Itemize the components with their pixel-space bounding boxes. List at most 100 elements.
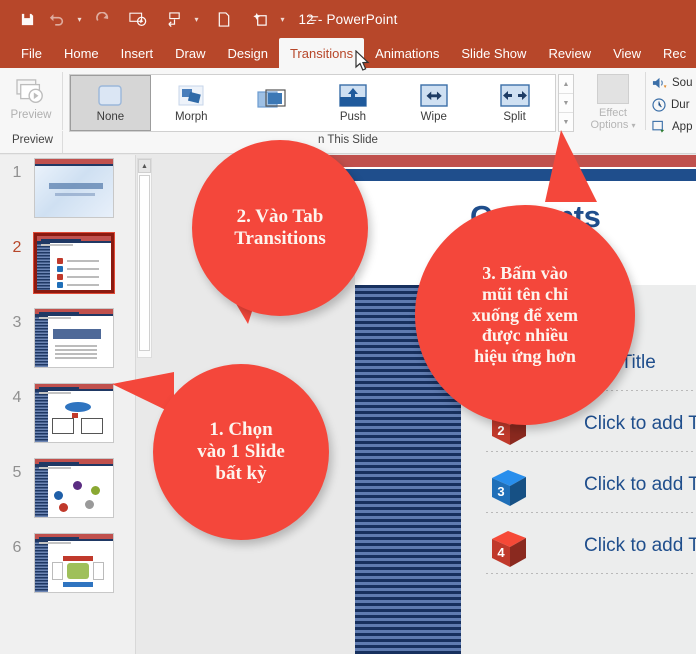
transition-none[interactable]: None (70, 75, 151, 131)
slide-thumbnail-1[interactable]: 1 (0, 158, 136, 230)
effect-options-dropdown-icon: ▾ (631, 121, 635, 130)
ribbon-tab-rec[interactable]: Rec (652, 38, 696, 68)
ribbon-tab-home[interactable]: Home (53, 38, 110, 68)
redo-icon[interactable] (89, 6, 115, 32)
preview-button-label: Preview (11, 109, 52, 121)
quick-access-toolbar: ▾ ▾ ▾ (14, 5, 326, 33)
slide-thumbnail-3[interactable]: 3 (0, 308, 136, 380)
slide-thumbnail-image[interactable] (34, 383, 114, 443)
callout-line: mũi tên chỉ (472, 284, 578, 305)
slide-item-underline (486, 451, 696, 452)
svg-text:2: 2 (497, 423, 504, 438)
transition-morph[interactable]: Morph (151, 75, 232, 131)
slide-item-text[interactable]: Click to add Title (584, 474, 696, 496)
preview-button[interactable]: Preview (0, 68, 62, 131)
save-icon[interactable] (14, 6, 40, 32)
svg-text:3: 3 (497, 484, 504, 499)
group-label-divider (62, 131, 63, 153)
gallery-scroll-up-button[interactable]: ▲ (559, 75, 573, 94)
undo-icon[interactable] (44, 6, 70, 32)
slide-thumbnail-image[interactable] (34, 233, 114, 293)
ribbon-tabstrip: File Home Insert DrawDesignTransitionsAnima… (0, 38, 696, 68)
new-file-icon[interactable] (211, 6, 237, 32)
transition-push[interactable]: Push (313, 75, 394, 131)
ribbon-tab-review[interactable]: Review (537, 38, 602, 68)
callout-line: 2. Vào Tab (234, 206, 326, 228)
morph-transition-icon (175, 83, 207, 109)
transition-none-label: None (97, 111, 125, 123)
sound-control[interactable]: Sou (652, 72, 696, 94)
powerpoint-window: 12 - PowerPoint ▾ ▾ (0, 0, 696, 654)
ribbon-tab-design[interactable]: Design (217, 38, 279, 68)
slide-number: 5 (0, 458, 34, 482)
callout-line: 1. Chọn (197, 419, 285, 441)
duration-control[interactable]: Dur (652, 94, 696, 116)
scrollbar-thumb[interactable] (139, 175, 150, 351)
ribbon-tab-label: Insert (121, 46, 154, 61)
gallery-scroll-down-button[interactable]: ▼ (559, 94, 573, 113)
ribbon-tab-view[interactable]: View (602, 38, 652, 68)
slide-item-underline (486, 573, 696, 574)
callout-3-bubble: 3. Bấm vàomũi tên chỉxuống để xemđược nh… (415, 205, 635, 425)
slide-thumbnail-image[interactable] (34, 158, 114, 218)
callout-line: vào 1 Slide (197, 441, 285, 463)
effect-options-label-2: Options ▾ (591, 119, 636, 131)
fade-transition-icon (256, 89, 288, 115)
callout-3-text: 3. Bấm vàomũi tên chỉxuống để xemđược nh… (472, 263, 578, 367)
mouse-pointer-icon (355, 50, 373, 74)
gallery-scroll-buttons[interactable]: ▲ ▼ ▼ (558, 74, 574, 132)
touch-mode-dropdown-icon[interactable]: ▾ (191, 6, 202, 32)
ribbon-tab-slide-show[interactable]: Slide Show (450, 38, 537, 68)
slide-panel-scrollbar[interactable]: ▲ (137, 158, 152, 358)
slide-thumbnail-image[interactable] (34, 458, 114, 518)
slide-thumbnail-image[interactable] (34, 533, 114, 593)
ribbon-tab-animations[interactable]: Animations (364, 38, 450, 68)
callout-line: được nhiều (472, 325, 578, 346)
split-transition-icon (499, 83, 531, 109)
transition-morph-label: Morph (175, 111, 208, 123)
slide-item-underline (486, 512, 696, 513)
new-slide-icon[interactable] (247, 6, 273, 32)
sound-label: Sou (672, 77, 692, 89)
transition-third[interactable] (232, 75, 313, 131)
ribbon-tab-file[interactable]: File (10, 38, 53, 68)
transition-gallery[interactable]: None Morph Push (69, 74, 556, 132)
slide-thumbnail-6[interactable]: 6 (0, 533, 136, 605)
slide-item-cube-icon: 4 (486, 527, 532, 571)
slide-number: 3 (0, 308, 34, 332)
scroll-up-button[interactable]: ▲ (138, 159, 151, 173)
transition-wipe[interactable]: Wipe (393, 75, 474, 131)
slide-thumbnail-image[interactable] (34, 308, 114, 368)
ribbon-tab-draw[interactable]: Draw (164, 38, 216, 68)
push-transition-icon (337, 83, 369, 109)
preview-icon (16, 79, 46, 107)
start-presentation-icon[interactable] (125, 6, 151, 32)
undo-dropdown-icon[interactable]: ▾ (74, 6, 85, 32)
gallery-more-button[interactable]: ▼ (559, 113, 573, 131)
sound-icon (652, 76, 667, 90)
effect-options-button[interactable]: Effect Options ▾ (584, 74, 642, 136)
callout-2-bubble: 2. Vào TabTransitions (192, 140, 368, 316)
slide-list-item[interactable]: 3 Click to add Title (464, 462, 696, 523)
ribbon-tab-label: Review (548, 46, 591, 61)
slide-thumbnail-2[interactable]: 2 (0, 233, 136, 305)
none-transition-icon (94, 83, 126, 109)
slide-item-cube-icon: 3 (486, 466, 532, 510)
customize-qat-icon[interactable] (300, 6, 326, 32)
ribbon-tab-insert[interactable]: Insert (110, 38, 165, 68)
ribbon-tab-label: Rec (663, 46, 686, 61)
ribbon-tab-transitions[interactable]: Transitions (279, 38, 364, 68)
slide-thumbnail-5[interactable]: 5 (0, 458, 136, 530)
touch-mouse-mode-icon[interactable] (161, 6, 187, 32)
transition-split[interactable]: Split (474, 75, 555, 131)
slide-list-item[interactable]: 4 Click to add Title (464, 523, 696, 584)
new-slide-dropdown-icon[interactable]: ▾ (277, 6, 288, 32)
callout-line: 3. Bấm vào (472, 263, 578, 284)
slide-item-text[interactable]: Click to add Title (584, 535, 696, 557)
slide-item-text[interactable]: Click to add Title (584, 413, 696, 435)
ribbon-tab-label: Home (64, 46, 99, 61)
group-divider-1 (62, 72, 63, 130)
transition-split-label: Split (503, 111, 525, 123)
preview-group-label: Preview (12, 134, 53, 146)
slide-number: 6 (0, 533, 34, 557)
